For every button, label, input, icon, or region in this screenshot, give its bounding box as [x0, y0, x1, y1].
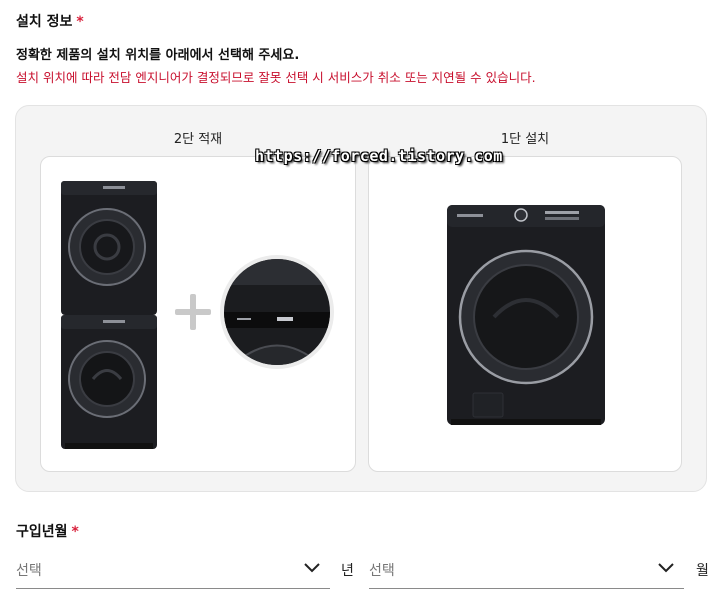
year-select-placeholder: 선택	[16, 563, 42, 579]
required-mark: *	[71, 524, 79, 540]
chevron-down-icon	[304, 563, 320, 573]
watermark-text: https://forced.tistory.com	[255, 147, 503, 165]
install-info-title: 설치 정보 *	[16, 11, 84, 31]
required-mark: *	[76, 14, 84, 30]
stacked-washer-dryer-image	[61, 181, 334, 449]
month-unit: 월	[696, 563, 709, 579]
option-card-single[interactable]	[368, 156, 682, 472]
chevron-down-icon	[658, 563, 674, 573]
option-label-stacked: 2단 적재	[173, 132, 223, 147]
install-warning-text: 설치 위치에 따라 전담 엔지니어가 결정되므로 잘못 선택 시 서비스가 취소…	[16, 70, 536, 85]
install-info-title-text: 설치 정보	[16, 14, 73, 30]
install-location-question: 정확한 제품의 설치 위치를 아래에서 선택해 주세요.	[16, 48, 300, 63]
purchase-date-title-text: 구입년월	[16, 524, 68, 540]
month-select-placeholder: 선택	[369, 563, 395, 579]
year-select[interactable]: 선택	[16, 553, 330, 589]
month-select[interactable]: 선택	[369, 553, 684, 589]
option-label-single: 1단 설치	[500, 132, 550, 147]
single-washer-image	[447, 205, 605, 425]
purchase-date-title: 구입년월 *	[16, 521, 79, 541]
option-card-stacked[interactable]	[40, 156, 356, 472]
year-unit: 년	[341, 563, 354, 579]
